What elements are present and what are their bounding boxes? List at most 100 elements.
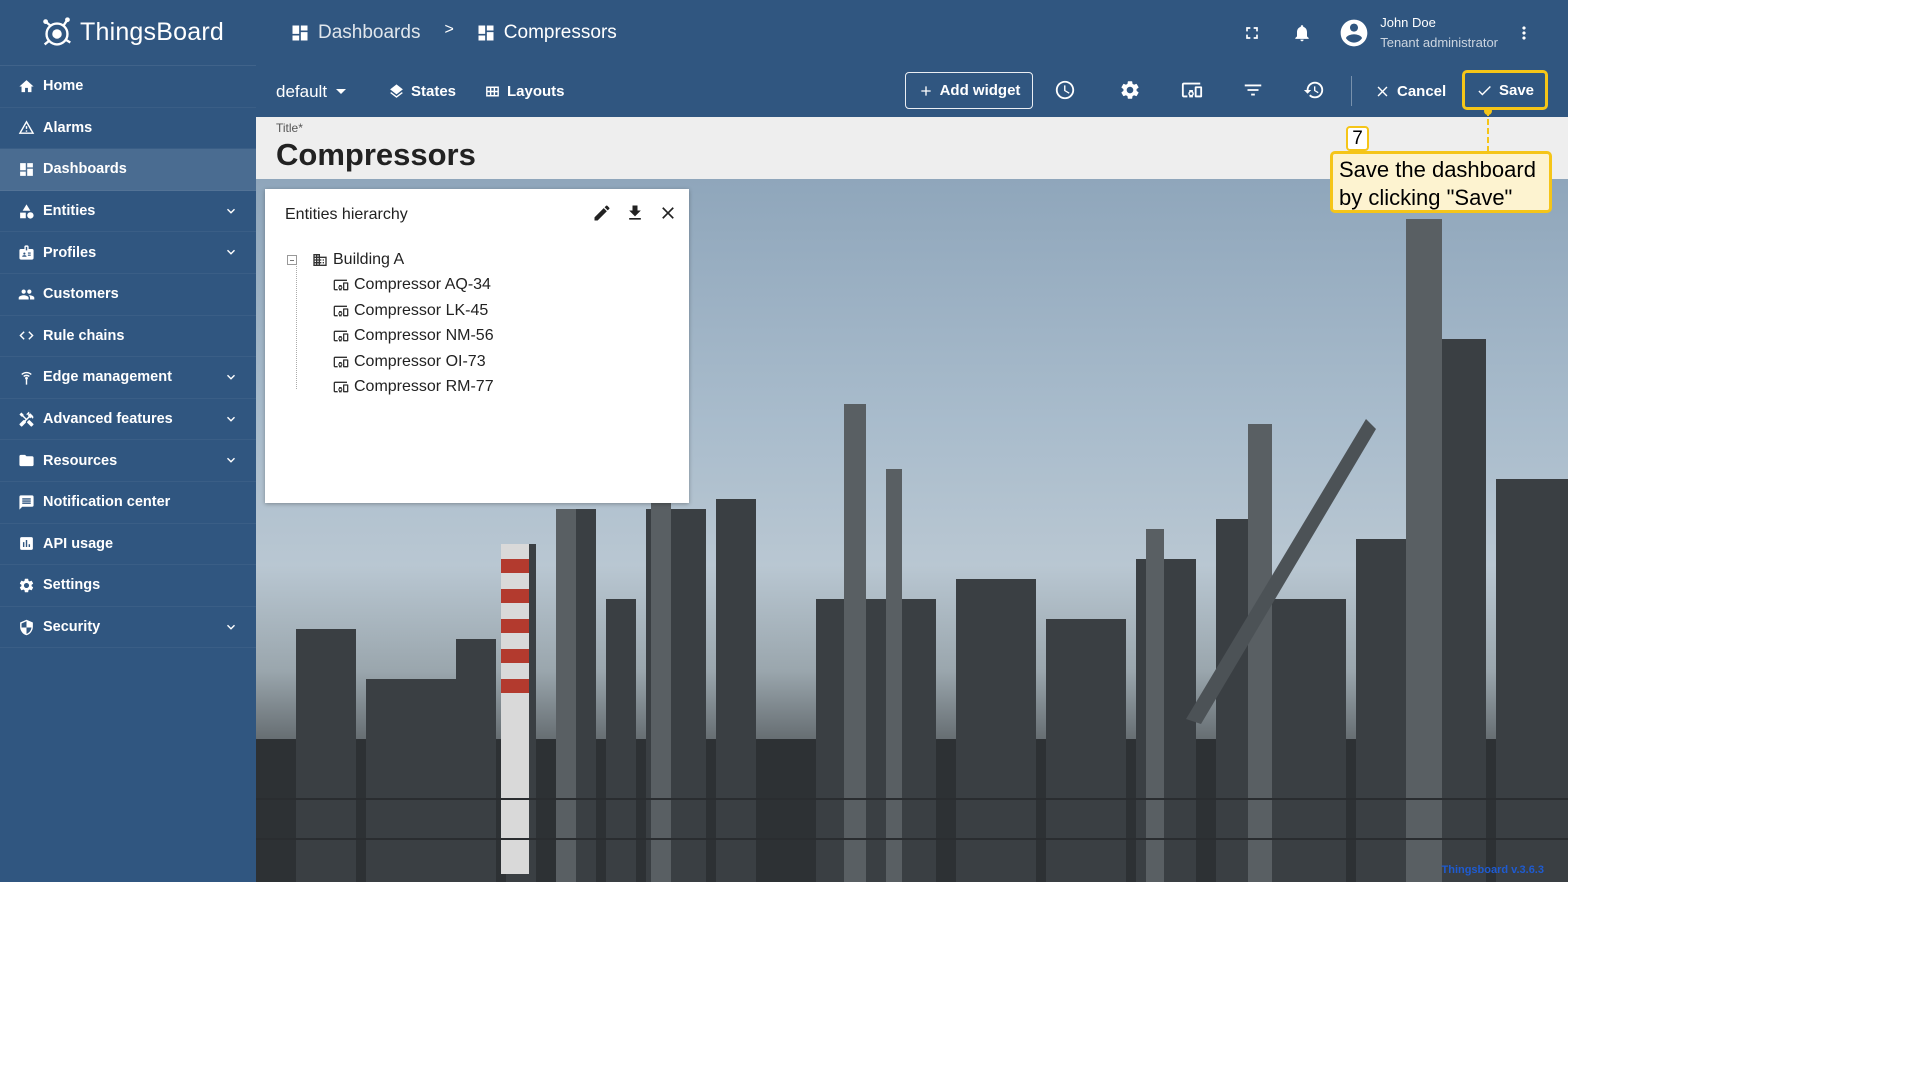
more-vert-icon[interactable]: [1512, 21, 1536, 45]
thingsboard-logo-icon: [43, 16, 71, 46]
plus-icon: [920, 85, 931, 96]
tree-node-device[interactable]: Compressor RM-77: [332, 375, 494, 401]
sidebar-item-customers[interactable]: Customers: [0, 274, 256, 316]
sidebar-item-notification-center[interactable]: Notification center: [0, 482, 256, 524]
gear-icon: [17, 576, 35, 594]
sidebar-item-label: Edge management: [43, 369, 172, 386]
layers-icon: [390, 84, 403, 98]
settings-gear-icon[interactable]: [1119, 79, 1143, 103]
wifi-tower-icon: [17, 368, 35, 386]
sidebar-item-advanced-features[interactable]: Advanced features: [0, 399, 256, 441]
chevron-down-icon[interactable]: [224, 620, 238, 634]
sidebar-item-label: API usage: [43, 535, 114, 552]
device-icon: [332, 328, 350, 344]
sidebar-item-alarms[interactable]: Alarms: [0, 108, 256, 150]
user-role: Tenant administrator: [1380, 35, 1498, 50]
badge-icon: [17, 244, 35, 262]
app-logo[interactable]: ThingsBoard: [0, 0, 256, 66]
check-icon: [1478, 85, 1491, 95]
sidebar-item-label: Entities: [43, 203, 96, 220]
tree-node-label: Compressor NM-56: [354, 327, 494, 345]
layouts-button[interactable]: Layouts: [484, 66, 565, 117]
callout-connector: [1487, 110, 1489, 152]
entities-icon: [17, 202, 35, 220]
user-menu[interactable]: John Doe Tenant administrator: [1338, 13, 1498, 53]
tree-node-label: Building A: [333, 250, 405, 268]
chevron-down-icon[interactable]: [224, 370, 238, 384]
collapse-toggle-icon[interactable]: [287, 254, 297, 265]
edit-pencil-icon[interactable]: [592, 203, 614, 225]
filter-icon[interactable]: [1242, 79, 1266, 103]
sidebar-item-rule-chains[interactable]: Rule chains: [0, 316, 256, 358]
top-bar: Dashboards > Compressors John Doe Tenant…: [256, 0, 1568, 66]
tools-icon: [17, 410, 35, 428]
sidebar-item-profiles[interactable]: Profiles: [0, 232, 256, 274]
breadcrumb-separator: >: [444, 21, 454, 38]
sidebar-item-label: Home: [43, 78, 84, 95]
folder-icon: [17, 452, 35, 470]
sidebar-item-label: Resources: [43, 452, 118, 469]
add-widget-button[interactable]: Add widget: [905, 72, 1033, 109]
title-field-label: Title*: [276, 121, 303, 135]
tree-node-device[interactable]: Compressor NM-56: [332, 324, 494, 350]
dashboard-icon: [17, 160, 35, 178]
chevron-down-icon[interactable]: [224, 204, 238, 218]
message-icon: [17, 493, 35, 511]
app-name: ThingsBoard: [80, 18, 224, 46]
close-icon: [1377, 86, 1388, 97]
sidebar-item-label: Customers: [43, 286, 119, 303]
dashboard-title[interactable]: Compressors: [276, 137, 476, 173]
sidebar-item-api-usage[interactable]: API usage: [0, 524, 256, 566]
devices-icon[interactable]: [1181, 79, 1205, 103]
history-icon[interactable]: [1303, 79, 1327, 103]
chevron-down-icon[interactable]: [224, 412, 238, 426]
step-badge: 7: [1346, 126, 1369, 151]
sidebar-nav: Home Alarms Dashboards Entities Profiles Cust…: [0, 66, 256, 649]
download-icon[interactable]: [625, 203, 647, 225]
breadcrumb-dashboards[interactable]: Dashboards: [290, 22, 420, 44]
breadcrumb-label: Dashboards: [318, 22, 421, 43]
sidebar-item-home[interactable]: Home: [0, 66, 256, 108]
sidebar-item-label: Alarms: [43, 119, 93, 136]
sidebar-item-security[interactable]: Security: [0, 607, 256, 649]
sidebar-item-edge-management[interactable]: Edge management: [0, 357, 256, 399]
save-label: Save: [1498, 81, 1535, 99]
warning-icon: [17, 119, 35, 137]
notifications-bell-icon[interactable]: [1290, 21, 1314, 45]
dashboard-icon: [292, 25, 308, 41]
cancel-button[interactable]: Cancel: [1374, 66, 1446, 117]
tree-node-device[interactable]: Compressor LK-45: [332, 298, 494, 324]
tree-node-device[interactable]: Compressor OI-73: [332, 349, 494, 375]
chevron-down-icon[interactable]: [224, 453, 238, 467]
caret-down-icon: [336, 89, 347, 94]
device-icon: [332, 277, 350, 293]
tree-node-device[interactable]: Compressor AQ-34: [332, 273, 494, 299]
states-button[interactable]: States: [388, 66, 456, 117]
tree-children: Compressor AQ-34 Compressor LK-45 Compress…: [287, 273, 494, 401]
code-arrows-icon: [17, 327, 35, 345]
chevron-down-icon[interactable]: [224, 245, 238, 259]
shield-icon: [17, 618, 35, 636]
fullscreen-icon[interactable]: [1240, 21, 1264, 45]
sidebar-item-dashboards[interactable]: Dashboards: [0, 149, 256, 191]
cancel-label: Cancel: [1397, 83, 1447, 100]
home-icon: [17, 77, 35, 95]
toolbar-divider: [1351, 76, 1352, 106]
add-widget-label: Add widget: [939, 82, 1021, 99]
building-icon: [311, 252, 329, 268]
tree-node-label: Compressor OI-73: [354, 352, 486, 370]
sidebar-item-label: Security: [43, 619, 101, 636]
sidebar-item-label: Settings: [43, 577, 101, 594]
tree-node-root[interactable]: Building A: [287, 247, 494, 273]
device-icon: [332, 379, 350, 395]
version-label[interactable]: Thingsboard v.3.6.3: [1442, 864, 1545, 876]
widget-title: Entities hierarchy: [285, 206, 408, 223]
clock-icon[interactable]: [1054, 79, 1078, 103]
close-icon[interactable]: [658, 203, 680, 225]
sidebar-item-resources[interactable]: Resources: [0, 440, 256, 482]
state-selector[interactable]: default: [276, 66, 347, 117]
sidebar-item-settings[interactable]: Settings: [0, 565, 256, 607]
state-selector-value: default: [276, 81, 328, 101]
sidebar-item-entities[interactable]: Entities: [0, 191, 256, 233]
save-button[interactable]: Save: [1462, 70, 1548, 110]
